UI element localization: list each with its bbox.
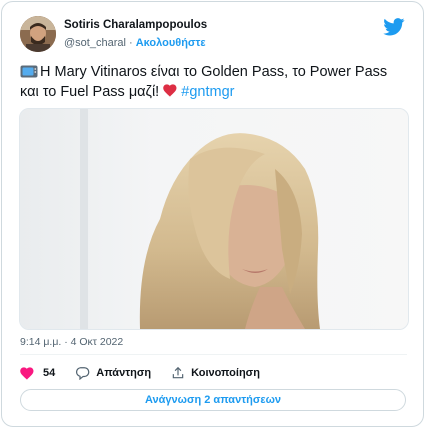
- avatar[interactable]: [20, 16, 56, 52]
- meta-separator: ·: [128, 37, 133, 49]
- heart-icon: [20, 366, 34, 380]
- like-button[interactable]: 54: [20, 366, 56, 380]
- reply-icon: [76, 367, 90, 380]
- action-bar: 54 Απάντηση Κοινοποίηση: [20, 364, 260, 382]
- author-name[interactable]: Sotiris Charalampopoulos: [64, 19, 207, 31]
- share-icon: [172, 366, 184, 379]
- tweet-photo[interactable]: [19, 108, 409, 330]
- follow-link[interactable]: Ακολουθήστε: [136, 37, 206, 49]
- tweet-text-line2: και το Fuel Pass μαζί!: [20, 84, 160, 100]
- hashtag-link[interactable]: #gntmgr: [181, 84, 234, 100]
- share-label: Κοινοποίηση: [191, 367, 260, 379]
- tweet-card: Sotiris Charalampopoulos @sot_charal · Α…: [1, 1, 424, 427]
- share-button[interactable]: Κοινοποίηση: [171, 366, 260, 380]
- divider: [20, 354, 407, 355]
- author-handle[interactable]: @sot_charal: [64, 37, 126, 49]
- red-heart-emoji-icon: [163, 84, 177, 97]
- reply-button[interactable]: Απάντηση: [75, 366, 151, 380]
- tweet-timestamp[interactable]: 9:14 μ.μ. · 4 Οκτ 2022: [20, 336, 123, 348]
- twitter-bird-icon[interactable]: [383, 18, 405, 36]
- like-count: 54: [43, 367, 56, 379]
- tweet-text: Η Mary Vitinaros είναι το Golden Pass, τ…: [20, 62, 415, 102]
- tv-emoji-icon: [20, 65, 38, 78]
- read-replies-button[interactable]: Ανάγνωση 2 απαντήσεων: [20, 389, 406, 411]
- reply-label: Απάντηση: [96, 367, 152, 379]
- tweet-text-line1: Η Mary Vitinaros είναι το Golden Pass, τ…: [40, 64, 388, 80]
- author-meta: @sot_charal · Ακολουθήστε: [64, 37, 206, 49]
